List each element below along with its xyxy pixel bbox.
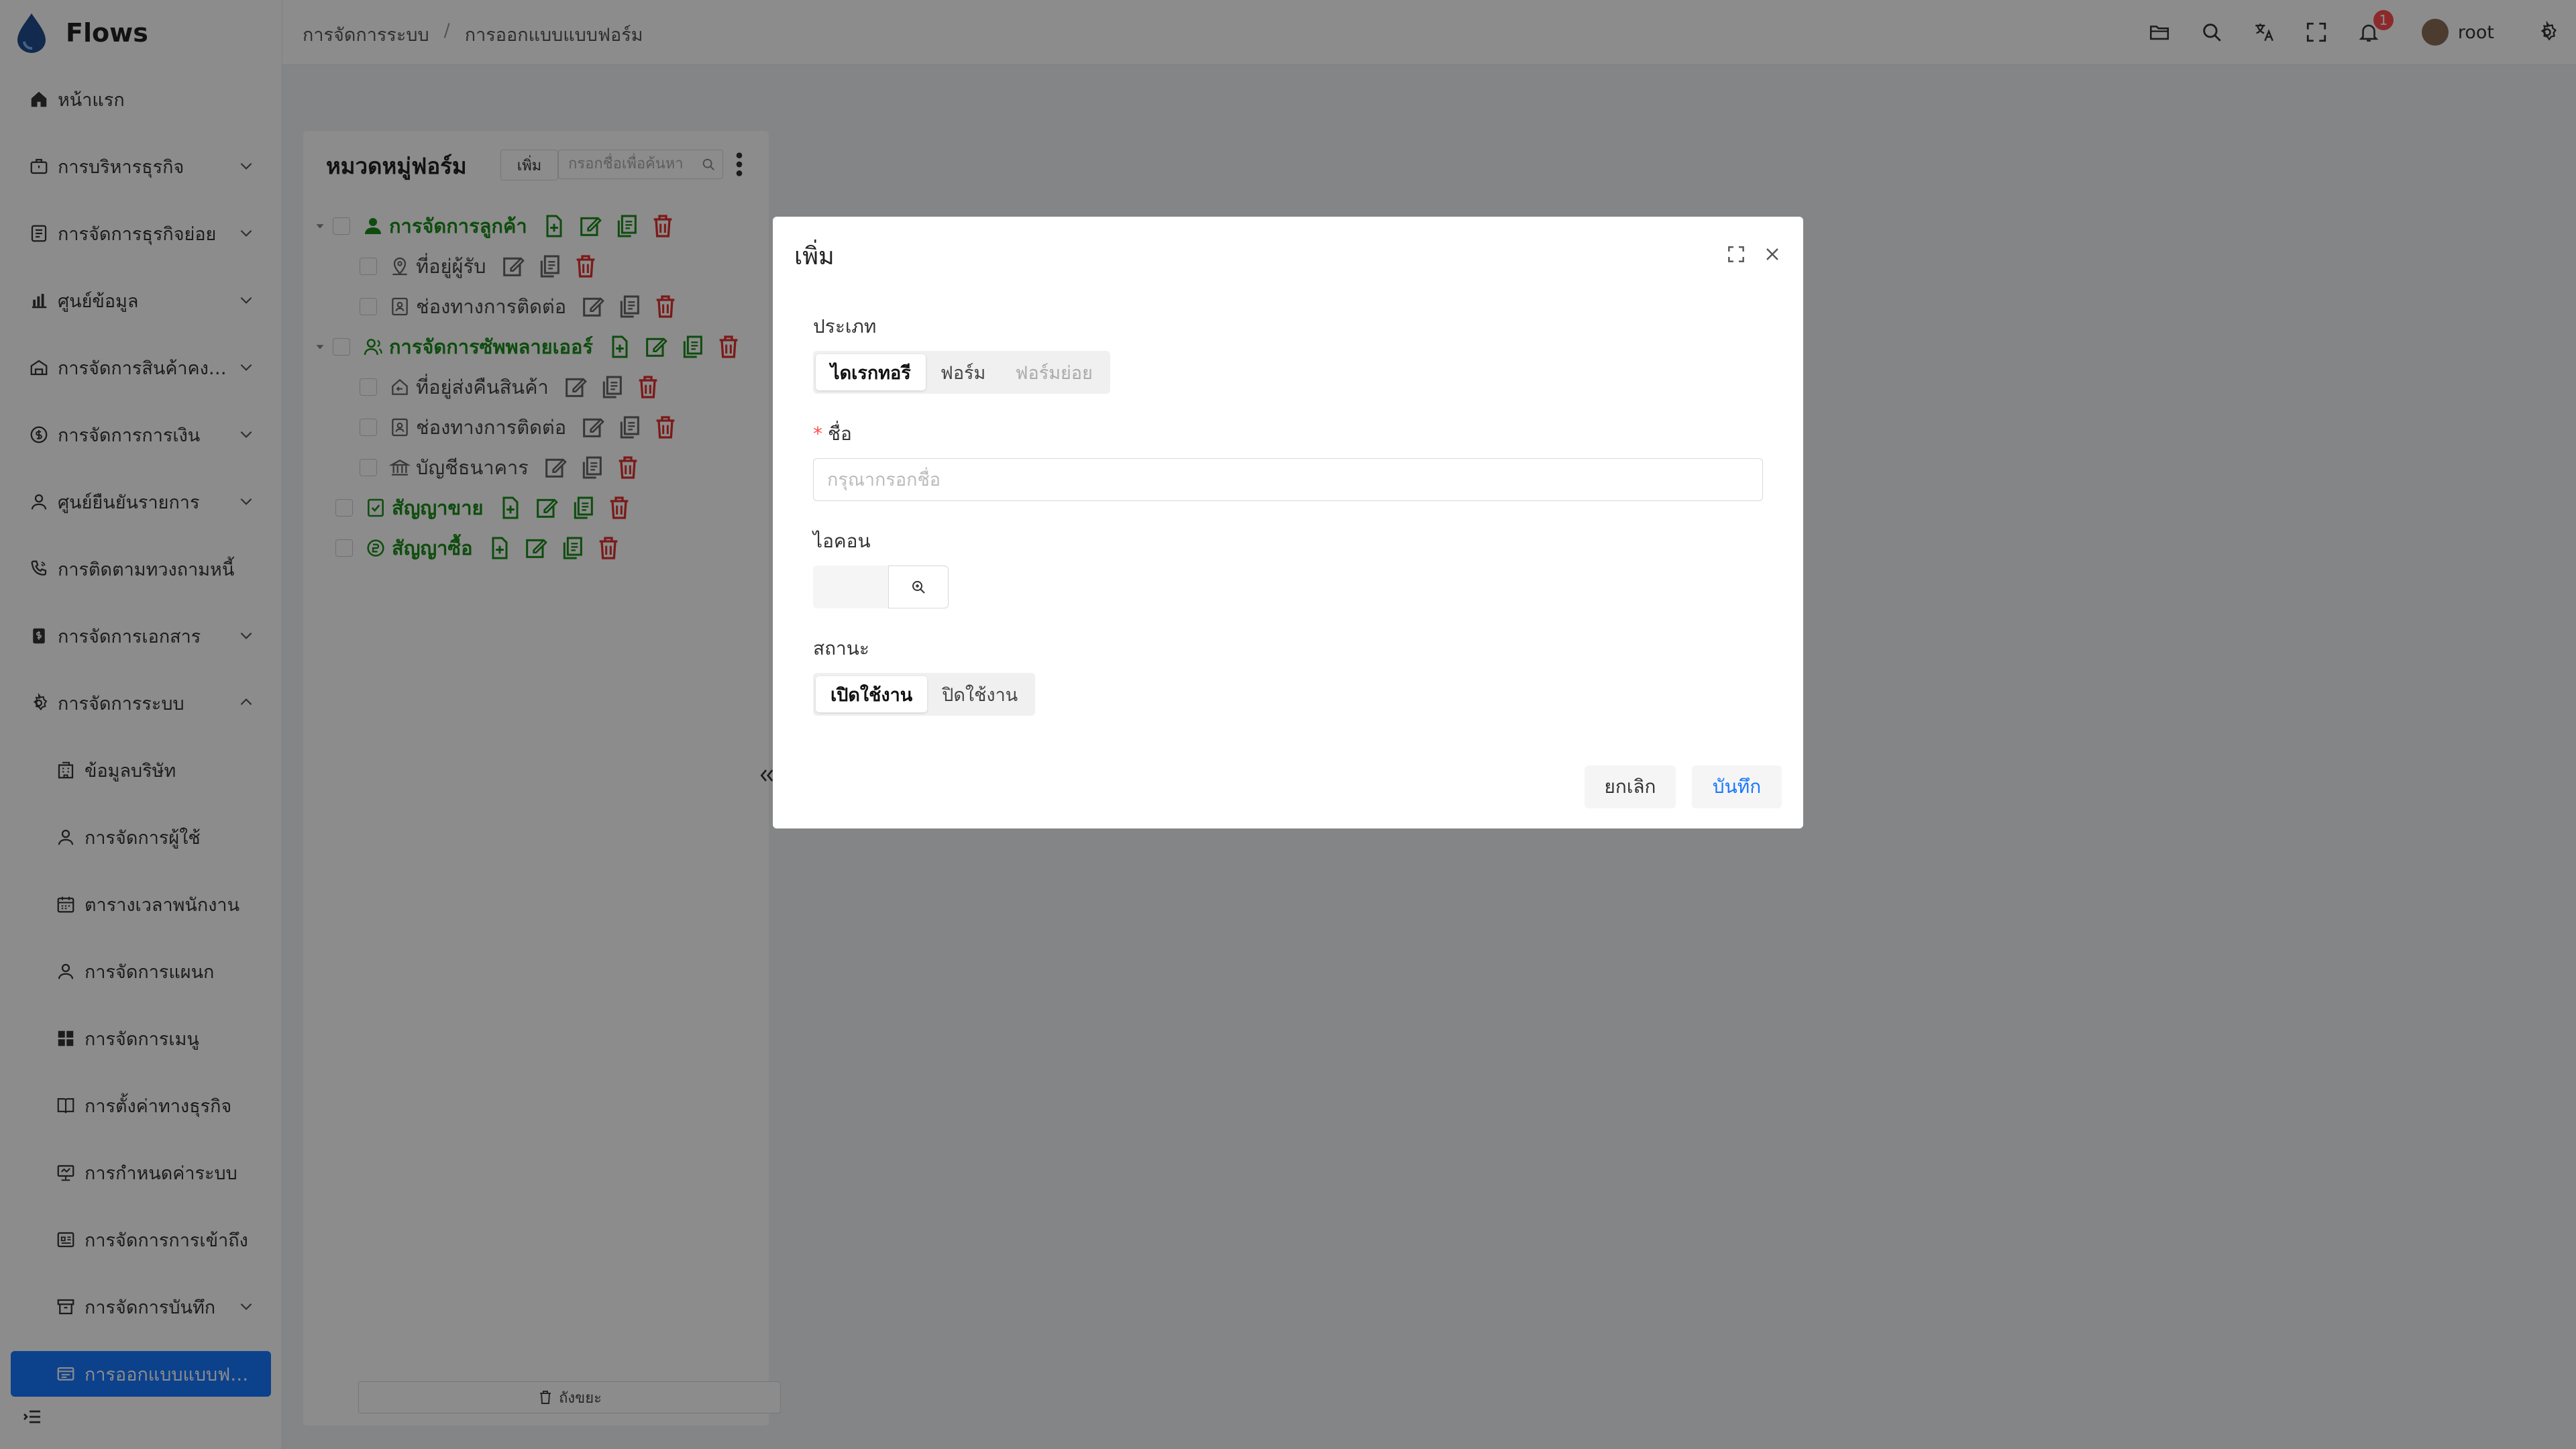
- status-label: สถานะ: [813, 637, 869, 659]
- required-asterisk: *: [813, 423, 822, 445]
- name-input[interactable]: [813, 458, 1763, 501]
- icon-preview-field: [813, 566, 888, 608]
- dialog-title: เพิ่ม: [794, 243, 835, 270]
- add-category-dialog: เพิ่ม ประเภท ไดเรกทอรี ฟอร์ม ฟอร์มย่อย *…: [773, 217, 1803, 828]
- type-segmented-control: ไดเรกทอรี ฟอร์ม ฟอร์มย่อย: [813, 351, 1110, 394]
- status-option-enabled[interactable]: เปิดใช้งาน: [816, 676, 928, 712]
- type-option-directory[interactable]: ไดเรกทอรี: [816, 354, 926, 390]
- icon-label: ไอคอน: [813, 530, 871, 552]
- status-segmented-control: เปิดใช้งาน ปิดใช้งาน: [813, 673, 1036, 716]
- type-option-form[interactable]: ฟอร์ม: [926, 354, 1001, 390]
- close-icon[interactable]: [1762, 244, 1783, 265]
- cancel-button[interactable]: ยกเลิก: [1585, 765, 1676, 808]
- type-label: ประเภท: [813, 315, 877, 337]
- status-option-disabled[interactable]: ปิดใช้งาน: [927, 676, 1032, 712]
- name-label: * ชื่อ: [813, 419, 852, 449]
- save-button[interactable]: บันทึก: [1692, 765, 1782, 808]
- zoom-search-icon: [912, 581, 925, 594]
- type-option-subform: ฟอร์มย่อย: [1015, 362, 1093, 384]
- icon-picker-button[interactable]: [888, 566, 949, 608]
- maximize-icon[interactable]: [1725, 244, 1747, 265]
- name-label-text: ชื่อ: [828, 423, 852, 445]
